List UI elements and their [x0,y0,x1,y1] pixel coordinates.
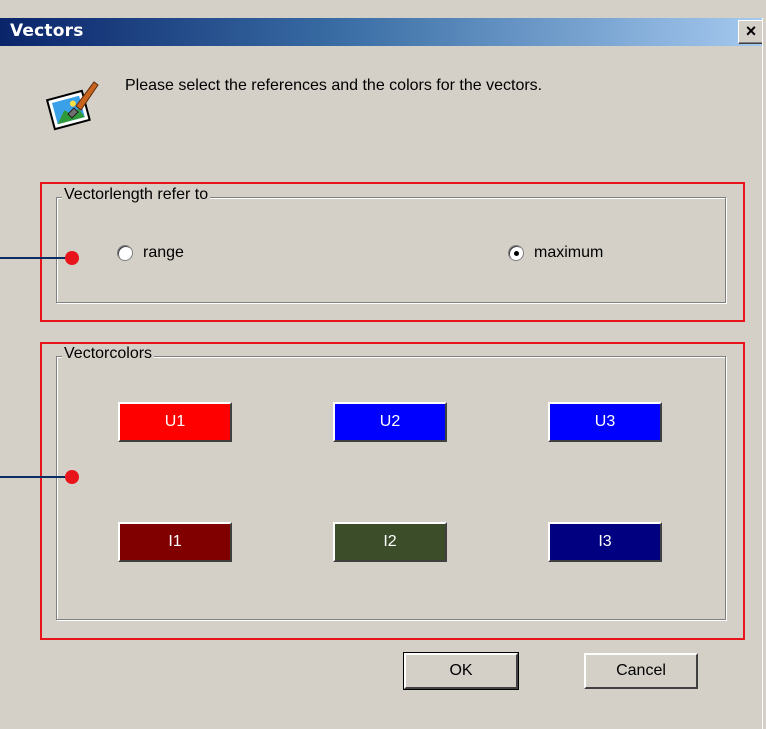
window-left-edge [0,46,3,729]
close-button[interactable]: × [738,20,764,44]
annotation-marker-2 [65,470,79,484]
highlight-box-vectorlength [40,182,745,322]
annotation-line-1 [0,257,72,259]
paint-brush-icon [45,81,99,131]
title-bar[interactable]: Vectors × [0,18,766,46]
window-right-edge [762,18,766,729]
annotation-marker-1 [65,251,79,265]
annotation-line-2 [0,476,72,478]
window-title: Vectors [10,21,84,41]
vectors-dialog: Vectors × Please select the references a… [0,0,766,729]
highlight-box-vectorcolors [40,342,745,640]
instruction-text: Please select the references and the col… [125,77,543,94]
ok-button[interactable]: OK [403,652,519,690]
cancel-button[interactable]: Cancel [584,653,698,689]
close-icon: × [745,21,757,41]
